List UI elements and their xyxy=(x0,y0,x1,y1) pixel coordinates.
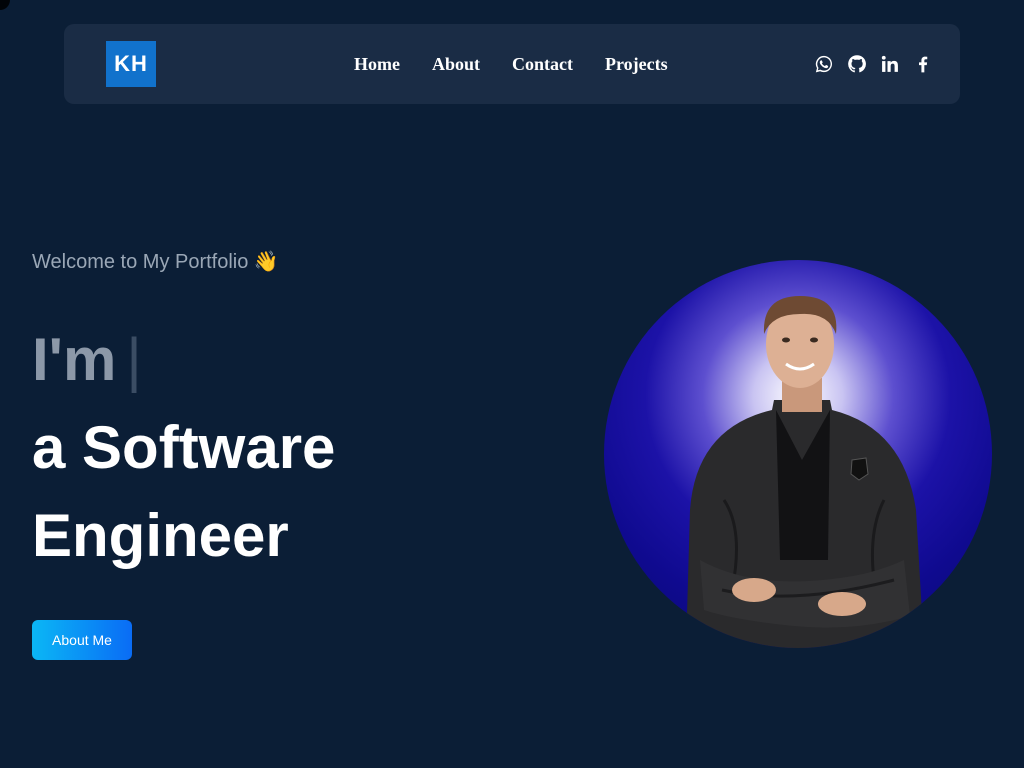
profile-photo xyxy=(604,260,992,648)
hero-im-text: I'm xyxy=(32,326,117,393)
linkedin-icon[interactable] xyxy=(879,53,901,75)
nav-item-home: Home xyxy=(354,54,400,75)
nav-item-projects: Projects xyxy=(605,54,668,75)
social-links xyxy=(802,24,934,104)
hero-role-line-2: Engineer xyxy=(32,502,289,569)
logo[interactable]: KH xyxy=(106,41,156,87)
about-me-button[interactable]: About Me xyxy=(32,620,132,660)
nav-link-contact[interactable]: Contact xyxy=(512,54,573,74)
typing-cursor: | xyxy=(126,326,142,393)
welcome-text: Welcome to My Portfolio 👋 xyxy=(32,251,279,273)
nav-link-about[interactable]: About xyxy=(432,54,480,74)
nav-links: Home About Contact Projects xyxy=(354,24,668,104)
nav-item-contact: Contact xyxy=(512,54,573,75)
facebook-icon[interactable] xyxy=(912,53,934,75)
github-icon[interactable] xyxy=(846,53,868,75)
corner-dot xyxy=(0,0,10,10)
navbar: KH Home About Contact Projects xyxy=(64,24,960,104)
hero-section: Welcome to My Portfolio 👋 I'm | a Softwar… xyxy=(32,248,552,580)
whatsapp-icon[interactable] xyxy=(813,53,835,75)
hero-heading: I'm | a Software Engineer xyxy=(32,316,552,580)
nav-link-projects[interactable]: Projects xyxy=(605,54,668,74)
hero-role-line-1: a Software xyxy=(32,414,336,481)
nav-item-about: About xyxy=(432,54,480,75)
profile-photo-illustration xyxy=(686,296,924,648)
nav-link-home[interactable]: Home xyxy=(354,54,400,74)
page: KH Home About Contact Projects Welcome t… xyxy=(0,0,1024,768)
